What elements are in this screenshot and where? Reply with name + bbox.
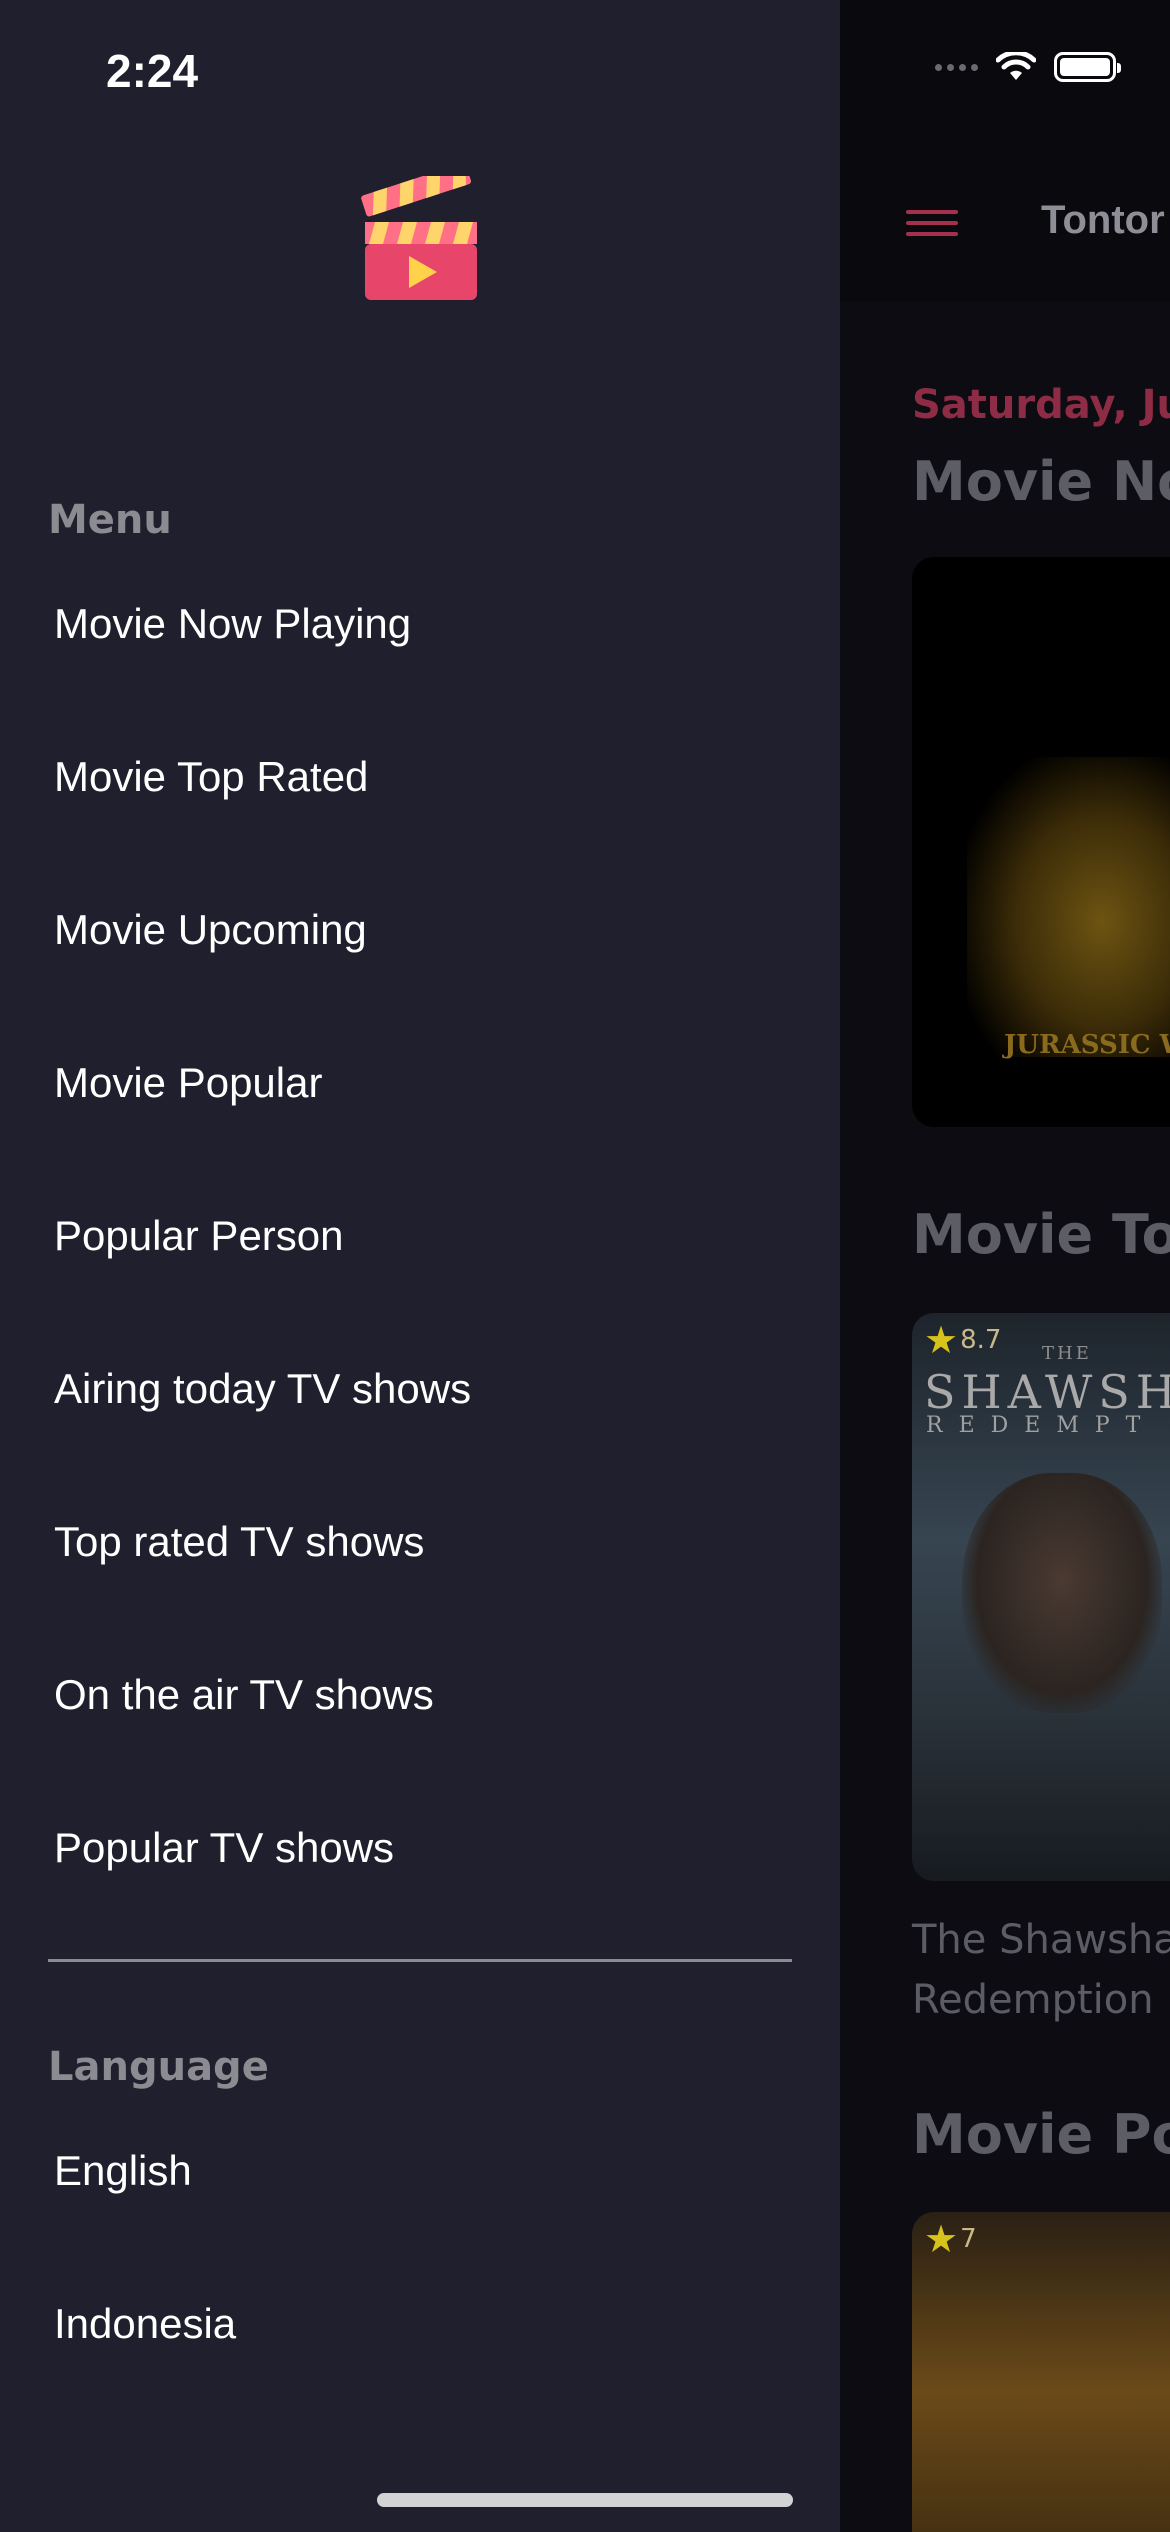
language-section-label: Language [48,2044,269,2090]
rating-badge: ★ 8.7 [924,1321,1001,1359]
wifi-icon [996,52,1036,80]
status-time: 2:24 [106,45,199,97]
poster-artwork [962,1473,1162,1713]
section-heading-popular: Movie Pop [912,2103,1170,2166]
menu-item-top-rated-tv[interactable]: Top rated TV shows [54,1518,424,1566]
battery-icon [1054,52,1121,82]
divider [48,1959,792,1962]
menu-item-movie-top-rated[interactable]: Movie Top Rated [54,753,368,801]
app-top-bar: Tontor [840,0,1170,302]
navigation-drawer: 2:24 Menu Movie Now Playing Movie Top Ra… [0,0,840,2532]
current-date: Saturday, Ju [912,382,1170,428]
cellular-signal-icon [935,63,978,71]
rating-badge: ★ 7 [924,2220,977,2258]
movie-name-line: Redemption [912,1977,1154,2023]
movie-poster-card[interactable]: ★ 7 [912,2212,1170,2532]
language-item-indonesia[interactable]: Indonesia [54,2300,236,2348]
movie-name: The Shawsha Redemption [912,1910,1170,2030]
battery-level [1060,58,1110,76]
poster-subtitle: REDEMPT [926,1413,1157,1438]
menu-item-on-the-air-tv[interactable]: On the air TV shows [54,1671,434,1719]
movie-name-line: The Shawsha [912,1917,1170,1963]
menu-section-label: Menu [48,497,172,543]
poster-title: SHAWSHA [924,1365,1170,1419]
section-heading-top-rated: Movie Top [912,1203,1170,1266]
movie-poster-card[interactable]: THE SHAWSHA REDEMPT ★ 8.7 [912,1313,1170,1881]
star-icon: ★ [924,1318,959,1362]
movie-poster-card[interactable]: JURASSIC WORLD [912,557,1170,1127]
menu-item-movie-upcoming[interactable]: Movie Upcoming [54,906,367,954]
menu-item-popular-tv[interactable]: Popular TV shows [54,1824,394,1872]
menu-item-movie-popular[interactable]: Movie Popular [54,1059,322,1107]
background-app[interactable]: Tontor Saturday, Ju Movie Nov JURASSIC W… [840,0,1170,2532]
rating-value: 7 [960,2224,977,2254]
clapperboard-play-logo [361,176,477,300]
menu-item-popular-person[interactable]: Popular Person [54,1212,344,1260]
app-title: Tontor [1041,198,1165,242]
section-heading-now-playing: Movie Nov [912,450,1170,513]
home-indicator[interactable] [377,2493,793,2507]
language-item-english[interactable]: English [54,2147,192,2195]
status-icons [935,52,1121,82]
poster-artwork [967,757,1170,1057]
hamburger-menu-icon[interactable] [906,210,958,236]
star-icon: ★ [924,2217,959,2261]
menu-item-movie-now-playing[interactable]: Movie Now Playing [54,600,411,648]
menu-item-airing-today-tv[interactable]: Airing today TV shows [54,1365,471,1413]
poster-title: JURASSIC WORLD [1004,1030,1170,1060]
rating-value: 8.7 [960,1325,1002,1355]
